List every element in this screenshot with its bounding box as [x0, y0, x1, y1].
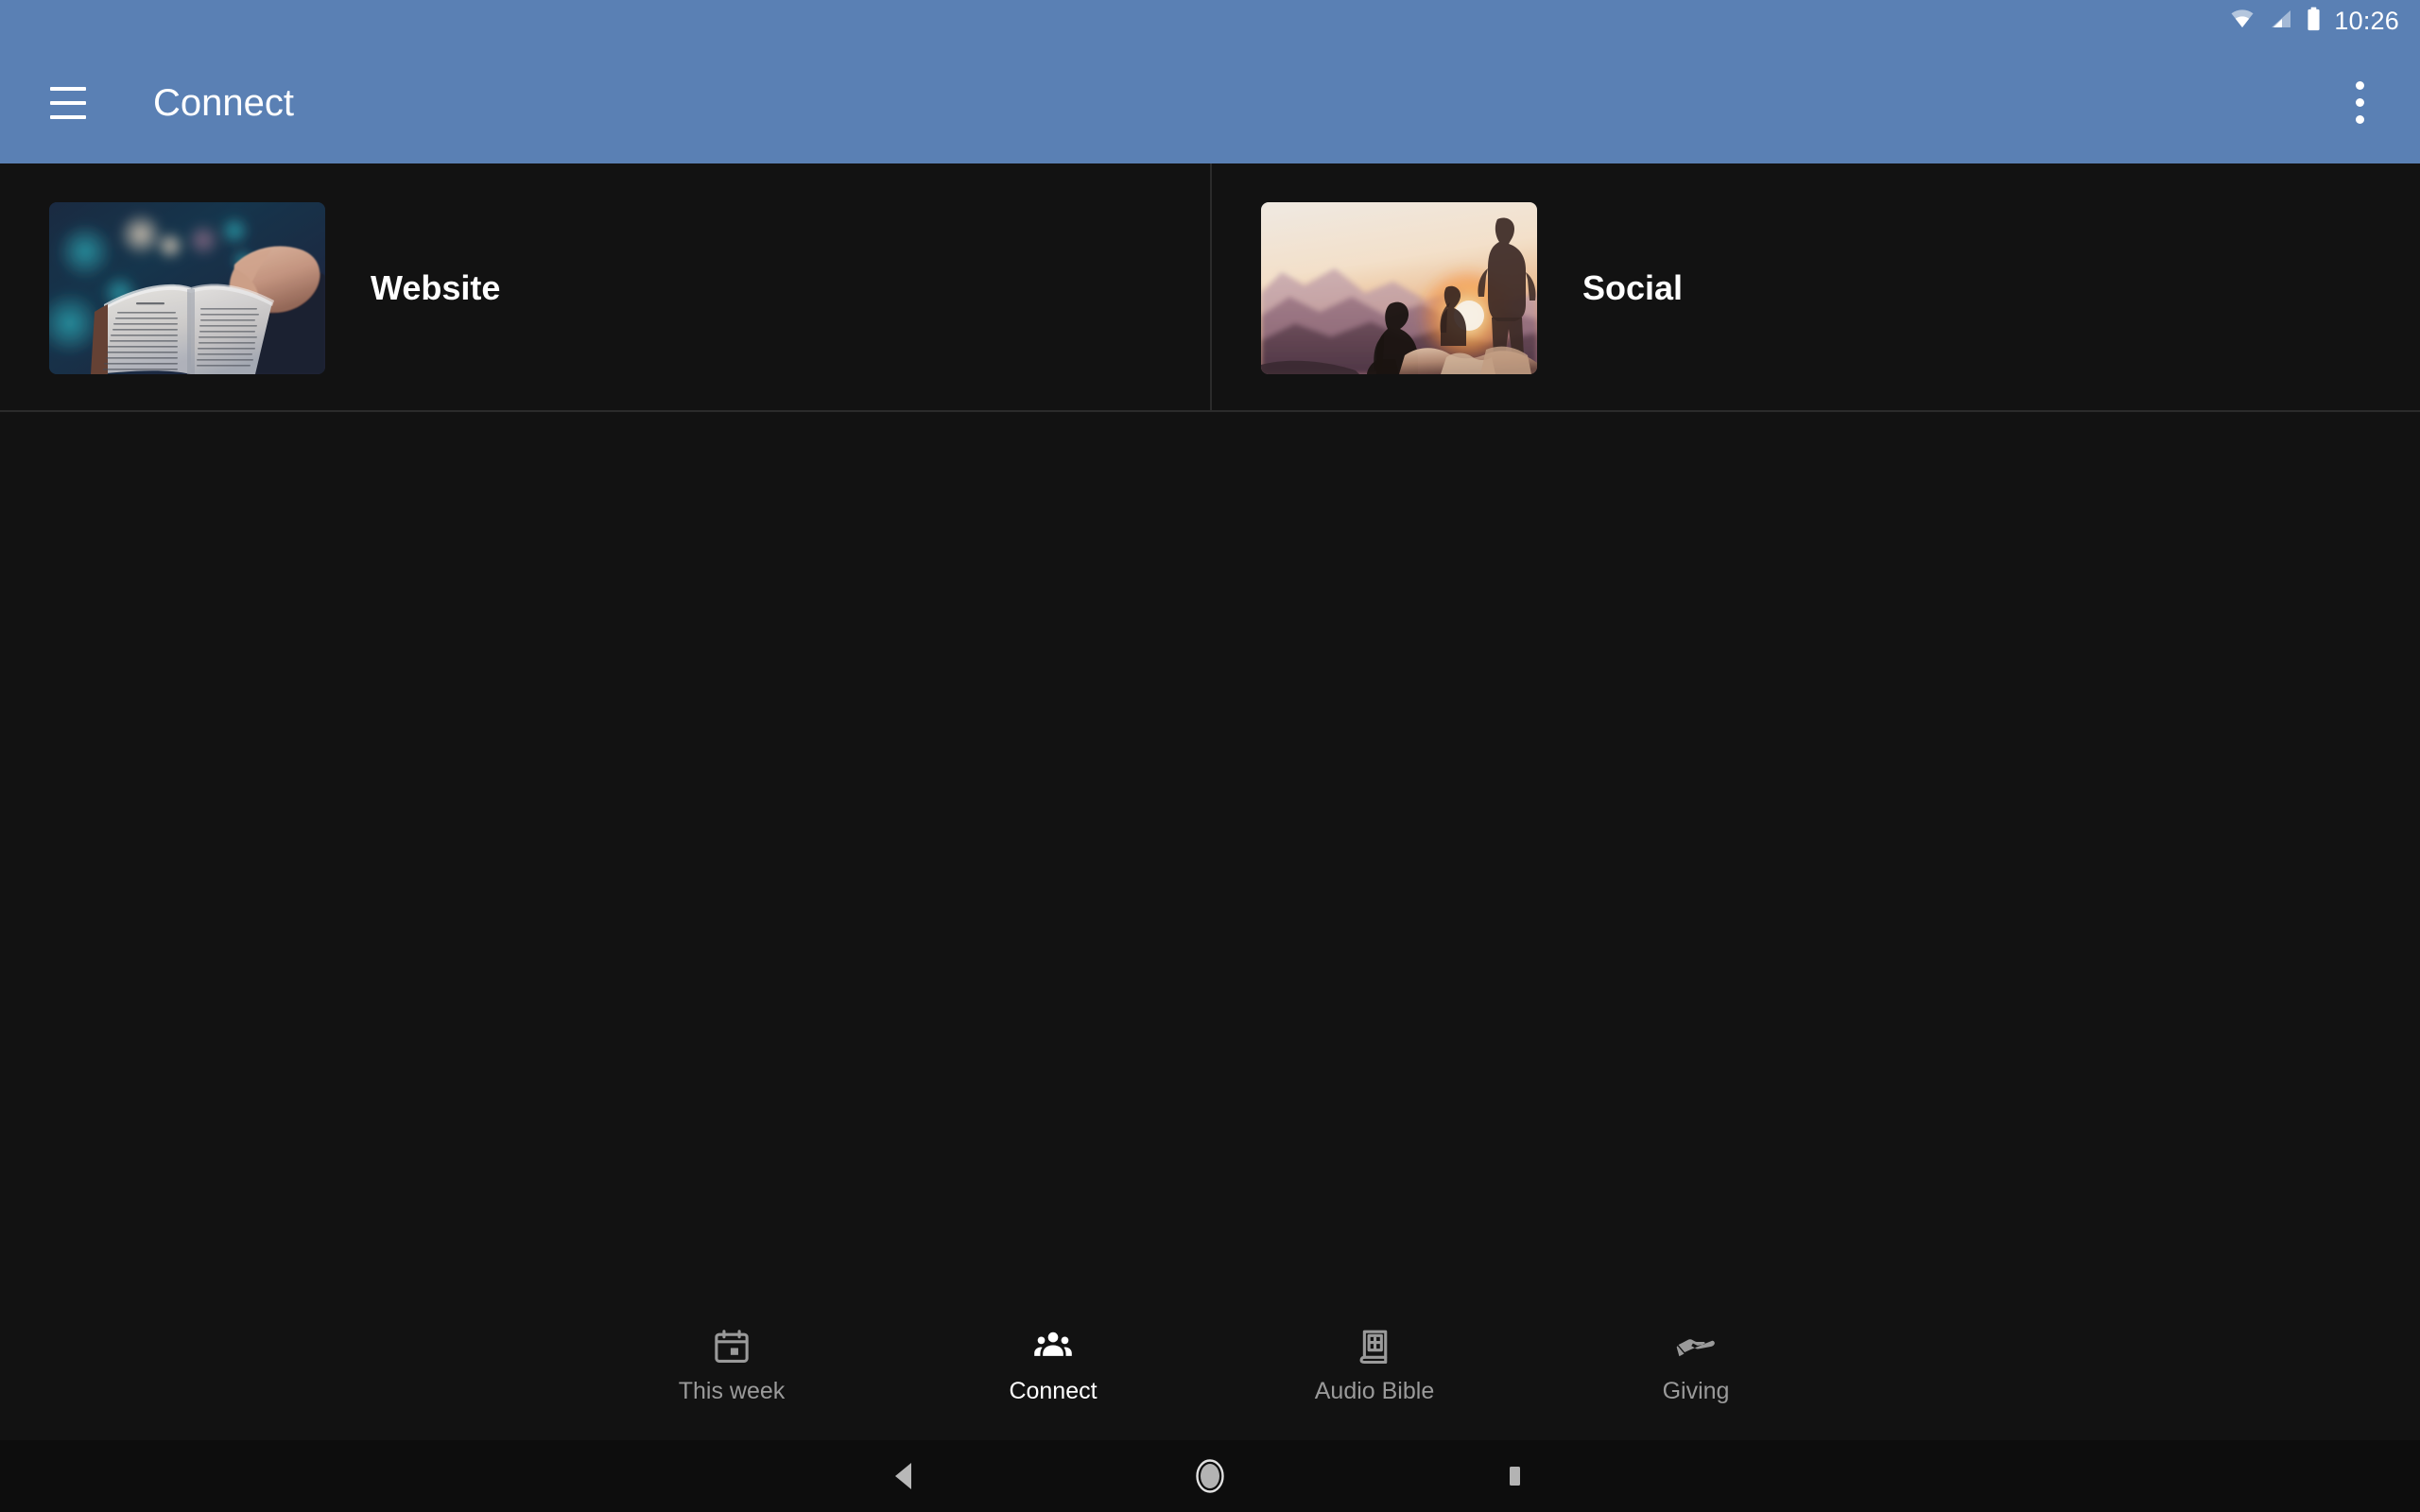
overflow-dot-1: [2355, 81, 2364, 90]
menu-bar-1: [50, 86, 86, 91]
cellular-signal-icon: [2269, 8, 2293, 35]
status-bar: 10:26: [0, 0, 2420, 42]
calendar-icon: [711, 1326, 752, 1367]
app-bar: 10:26 Connect: [0, 0, 2420, 163]
social-thumbnail: [1261, 201, 1537, 374]
toolbar: Connect: [0, 42, 2420, 163]
open-hand-giving-icon: [1675, 1326, 1717, 1367]
status-bar-clock: 10:26: [2334, 6, 2399, 35]
grid-item-label: Social: [1582, 267, 1684, 307]
nav-tab-audio-bible[interactable]: Audio Bible: [1214, 1326, 1535, 1403]
app-screen: 10:26 Connect Website Social This week C…: [0, 0, 2420, 1512]
recents-button-icon[interactable]: [1475, 1440, 1554, 1512]
overflow-menu-icon[interactable]: [2324, 60, 2395, 146]
overflow-dot-2: [2355, 98, 2364, 107]
nav-tab-label: Audio Bible: [1314, 1378, 1435, 1404]
android-system-navigation-bar: [0, 1440, 2420, 1512]
nav-tab-label: Giving: [1662, 1378, 1730, 1404]
groups-icon: [1032, 1326, 1074, 1367]
menu-bar-2: [50, 100, 86, 105]
website-thumbnail: [49, 201, 325, 374]
nav-tab-this-week[interactable]: This week: [571, 1326, 892, 1403]
grid-item-social[interactable]: Social: [1210, 163, 2420, 412]
nav-tab-giving[interactable]: Giving: [1535, 1326, 1857, 1403]
bottom-navigation-bar: This week Connect Audio Bible Giving: [0, 1289, 2420, 1440]
nav-tab-connect[interactable]: Connect: [892, 1326, 1214, 1403]
system-nav-inner: [0, 1440, 2420, 1512]
overflow-dot-3: [2355, 115, 2364, 124]
page-title: Connect: [153, 81, 294, 124]
battery-icon: [2306, 7, 2322, 36]
nav-tab-label: This week: [678, 1378, 786, 1404]
grid-item-label: Website: [371, 267, 501, 307]
content-area: Website Social: [0, 163, 2420, 1289]
hamburger-menu-icon[interactable]: [25, 60, 112, 146]
grid-item-website[interactable]: Website: [0, 163, 1210, 412]
menu-bar-3: [50, 114, 86, 119]
home-button-icon[interactable]: [1170, 1440, 1250, 1512]
back-button-icon[interactable]: [865, 1440, 944, 1512]
wifi-icon: [2228, 8, 2256, 35]
connect-grid: Website Social: [0, 163, 2420, 412]
bible-book-icon: [1354, 1326, 1395, 1367]
nav-tab-label: Connect: [1009, 1378, 1098, 1404]
